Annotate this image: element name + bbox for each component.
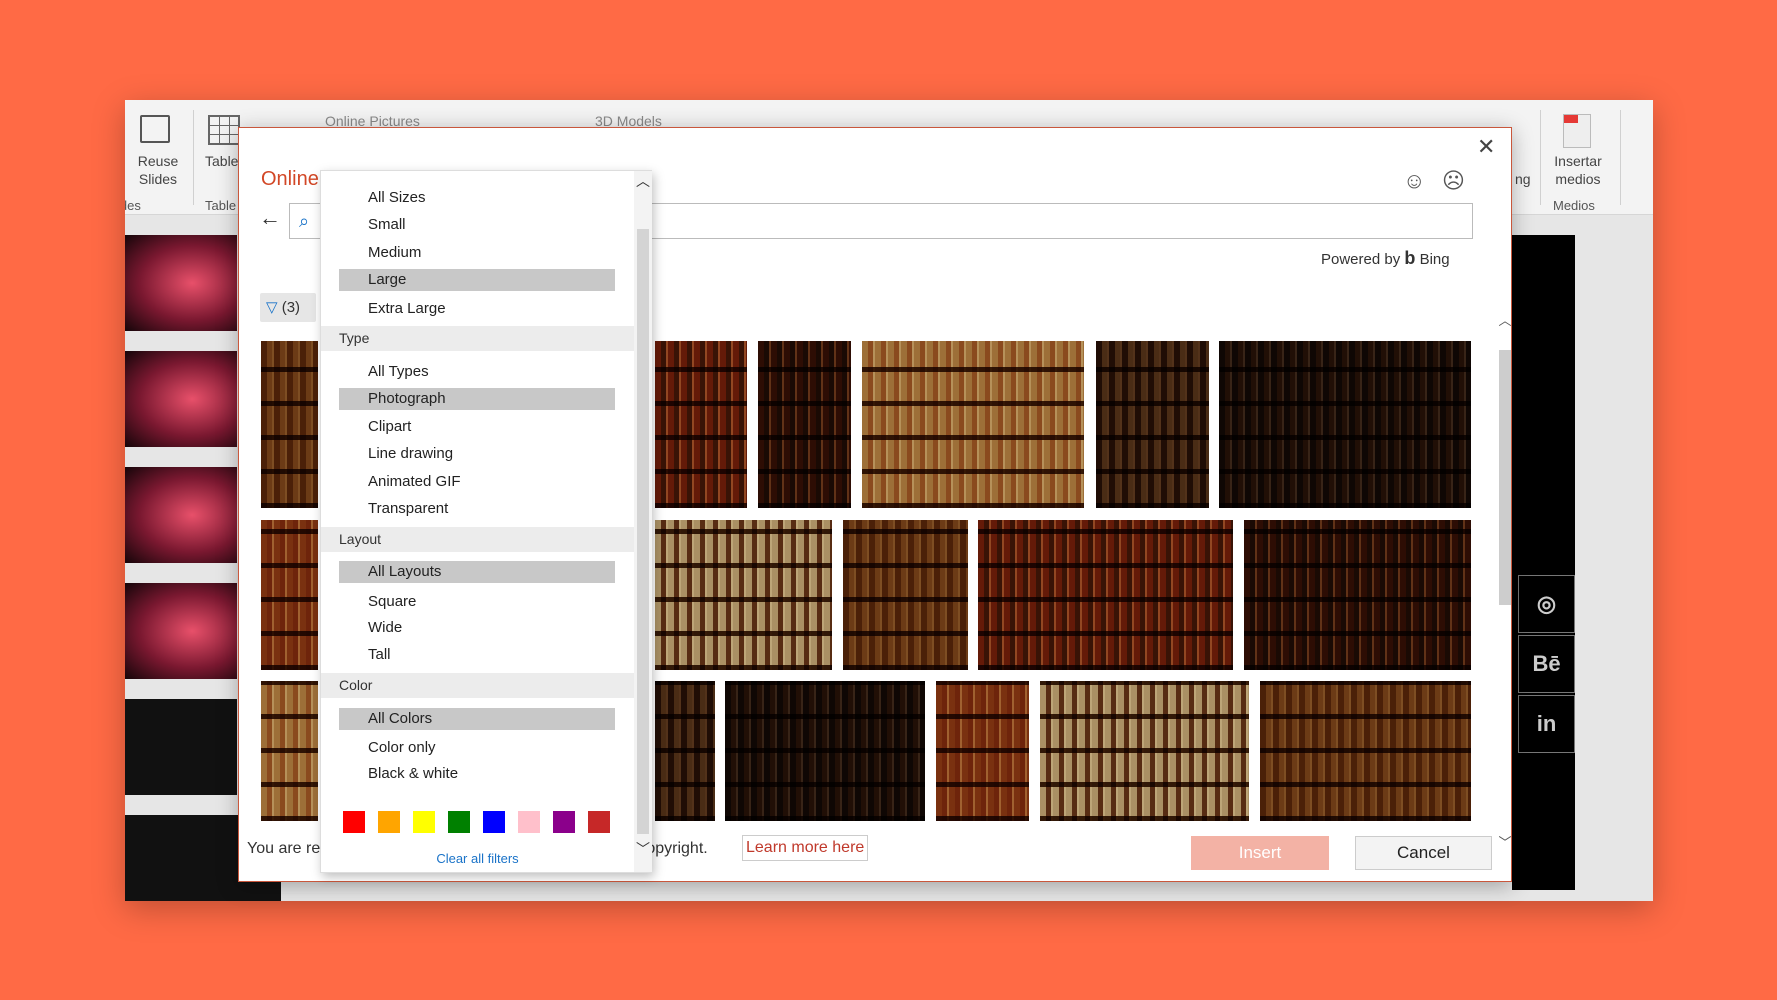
reuse-slides-icon <box>140 115 174 145</box>
filter-option[interactable]: Extra Large <box>339 298 615 320</box>
image-result[interactable] <box>261 341 318 508</box>
insert-button[interactable]: Insert <box>1191 836 1329 870</box>
clear-all-filters-link[interactable]: Clear all filters <box>321 851 634 866</box>
scrollbar-thumb[interactable] <box>637 229 649 834</box>
filter-option[interactable]: Animated GIF <box>339 471 615 493</box>
color-swatch[interactable] <box>343 811 365 833</box>
scrollbar-thumb[interactable] <box>1499 350 1511 605</box>
filter-option[interactable]: All Layouts <box>339 561 615 583</box>
close-icon[interactable]: ✕ <box>1477 134 1495 160</box>
dropdown-scrollbar[interactable]: ︿ ﹀ <box>634 171 652 872</box>
type-header: Type <box>321 326 634 351</box>
image-result[interactable] <box>862 341 1084 508</box>
image-result[interactable] <box>261 681 318 821</box>
filter-option[interactable]: Color only <box>339 737 615 759</box>
color-swatch[interactable] <box>588 811 610 833</box>
learn-more-link[interactable]: Learn more here <box>742 835 869 861</box>
scroll-up-icon[interactable]: ︿ <box>1497 310 1513 329</box>
filter-option[interactable]: Black & white <box>339 763 615 785</box>
filter-option[interactable]: Photograph <box>339 388 615 410</box>
image-result[interactable] <box>843 520 968 670</box>
color-swatch[interactable] <box>378 811 400 833</box>
color-header: Color <box>321 673 634 698</box>
filter-dropdown: All Sizes Small Medium Large Extra Large Type… <box>320 170 652 873</box>
dialog-title: Online <box>261 168 319 190</box>
powered-by-bing: Powered by b Bing <box>1321 248 1450 269</box>
color-swatch[interactable] <box>413 811 435 833</box>
results-scrollbar[interactable]: ︿ ﹀ <box>1497 310 1513 850</box>
cancel-button[interactable]: Cancel <box>1355 836 1492 870</box>
filter-option[interactable]: Large <box>339 269 615 291</box>
image-result[interactable] <box>725 681 925 821</box>
slide-thumbnail[interactable] <box>125 467 237 563</box>
filter-option[interactable]: Small <box>339 214 615 236</box>
filter-icon: ▽ <box>266 299 278 316</box>
filter-option[interactable]: All Colors <box>339 708 615 730</box>
image-result[interactable] <box>978 520 1233 670</box>
back-arrow-icon[interactable]: ← <box>259 205 281 231</box>
color-swatch[interactable] <box>448 811 470 833</box>
search-icon: ⌕ <box>299 211 310 231</box>
image-result[interactable] <box>936 681 1029 821</box>
image-result[interactable] <box>655 341 747 508</box>
table-button[interactable]: Table <box>205 152 238 170</box>
image-result[interactable] <box>655 520 832 670</box>
slide-thumbnail[interactable] <box>125 235 237 331</box>
image-result[interactable] <box>655 681 715 821</box>
filter-option[interactable]: Medium <box>339 242 615 264</box>
slide-canvas: ◎ Bē in <box>1512 235 1575 890</box>
insert-media-icon <box>1563 114 1591 148</box>
filter-count: (3) <box>281 299 301 316</box>
smile-feedback-icon[interactable]: ☺ <box>1403 168 1425 194</box>
image-result[interactable] <box>1260 681 1471 821</box>
color-swatch[interactable] <box>483 811 505 833</box>
insertar-medios-button[interactable]: Insertar medios <box>1545 152 1611 188</box>
filter-option[interactable]: Wide <box>339 617 615 639</box>
filter-option[interactable]: Clipart <box>339 416 615 438</box>
footer-text-left: You are re <box>247 840 321 857</box>
bing-label: Bing <box>1419 251 1450 268</box>
frown-feedback-icon[interactable]: ☹ <box>1442 168 1465 194</box>
scroll-up-icon[interactable]: ︿ <box>634 171 652 191</box>
layout-header: Layout <box>321 527 634 552</box>
color-swatch[interactable] <box>553 811 575 833</box>
scroll-down-icon[interactable]: ﹀ <box>634 839 652 859</box>
image-result[interactable] <box>1040 681 1249 821</box>
group-label-medios: Medios <box>1553 198 1595 213</box>
filter-option[interactable]: Transparent <box>339 498 615 520</box>
bing-logo-icon: b <box>1404 248 1416 268</box>
image-result[interactable] <box>261 520 318 670</box>
ribbon-partial-label: ng <box>1515 171 1531 187</box>
slide-thumbnail[interactable] <box>125 351 237 447</box>
slide-thumbnails <box>125 235 281 901</box>
table-icon <box>208 115 240 145</box>
image-result[interactable] <box>1096 341 1209 508</box>
filter-option[interactable]: Tall <box>339 644 615 666</box>
scroll-down-icon[interactable]: ﹀ <box>1497 832 1513 851</box>
image-result[interactable] <box>758 341 851 508</box>
filter-option[interactable]: Square <box>339 591 615 613</box>
filter-option[interactable]: All Sizes <box>339 187 615 209</box>
group-label-tables: Table <box>205 198 237 213</box>
filter-button[interactable]: ▽ (3) <box>260 293 316 322</box>
image-result[interactable] <box>1219 341 1471 508</box>
reuse-slides-button[interactable]: Reuse Slides <box>125 152 193 188</box>
image-result[interactable] <box>1244 520 1471 670</box>
group-label-slides: ides <box>125 198 141 213</box>
filter-option[interactable]: All Types <box>339 361 615 383</box>
color-swatch[interactable] <box>518 811 540 833</box>
copyright-notice: You are re g copyright. <box>247 840 708 858</box>
filter-option[interactable]: Line drawing <box>339 443 615 465</box>
dribbble-icon: ◎ <box>1518 575 1575 633</box>
slide-thumbnail[interactable] <box>125 699 237 795</box>
powered-by-label: Powered by <box>1321 251 1401 268</box>
slide-thumbnail[interactable] <box>125 583 237 679</box>
behance-icon: Bē <box>1518 635 1575 693</box>
linkedin-icon: in <box>1518 695 1575 753</box>
